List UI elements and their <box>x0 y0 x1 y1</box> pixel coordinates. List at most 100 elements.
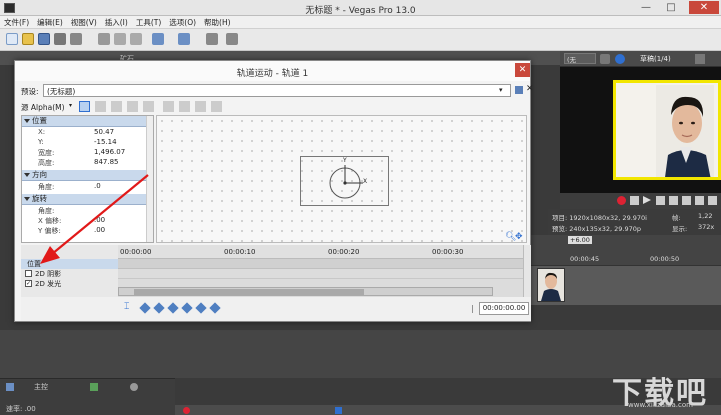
menu-edit[interactable]: 编辑(E) <box>33 16 67 29</box>
last-keyframe-icon[interactable] <box>209 302 221 314</box>
first-keyframe-icon[interactable] <box>139 302 151 314</box>
param-y-offset-value[interactable]: .00 <box>94 226 105 234</box>
menu-tools[interactable]: 工具(T) <box>132 16 165 29</box>
undo-icon[interactable] <box>152 33 164 45</box>
keyframe-hscrollbar[interactable] <box>118 287 493 296</box>
paste-icon[interactable] <box>130 33 142 45</box>
copy-icon[interactable] <box>114 33 126 45</box>
collapse-arrow-icon[interactable] <box>24 197 30 201</box>
menu-file[interactable]: 文件(F) <box>0 16 33 29</box>
keyframe-ruler[interactable]: 00:00:00 00:00:10 00:00:20 00:00:30 <box>118 245 523 259</box>
dialog-close-button[interactable]: ✕ <box>515 63 530 77</box>
collapse-arrow-icon[interactable] <box>24 119 30 123</box>
shadow-checkbox[interactable] <box>25 270 32 277</box>
save-icon[interactable] <box>38 33 50 45</box>
keyframe-time-field[interactable]: 00:00:00.00 <box>479 302 529 315</box>
loop-icon[interactable] <box>630 196 639 205</box>
keyframe-track-row[interactable] <box>118 279 523 287</box>
param-row[interactable]: Y: -15.14 <box>22 138 146 148</box>
motion-canvas[interactable]: Y X 🔍︎ ✥ <box>156 115 527 243</box>
play-icon[interactable] <box>643 196 651 204</box>
prev-frame-icon[interactable] <box>695 196 704 205</box>
video-clip-thumbnail[interactable] <box>537 268 565 302</box>
menu-help[interactable]: 帮助(H) <box>200 16 235 29</box>
render-icon[interactable] <box>54 33 66 45</box>
keyframe-track-row[interactable] <box>118 269 523 279</box>
menu-insert[interactable]: 插入(I) <box>101 16 132 29</box>
param-row[interactable]: 角度: .0 <box>22 182 146 192</box>
prev-keyframe-icon[interactable] <box>153 302 165 314</box>
minimize-button[interactable]: — <box>635 1 657 14</box>
glow-checkbox[interactable]: ✓ <box>25 280 32 287</box>
record-icon[interactable] <box>617 196 626 205</box>
lock-aspect-icon[interactable] <box>111 101 122 112</box>
scale-about-center-icon[interactable] <box>127 101 138 112</box>
param-row[interactable]: X 偏移: .00 <box>22 216 146 226</box>
menu-options[interactable]: 选项(O) <box>165 16 200 29</box>
parameters-scrollbar[interactable] <box>146 116 153 242</box>
preset-dropdown-chevron-icon[interactable]: ▾ <box>499 86 503 94</box>
section-rotation[interactable]: 旋转 <box>22 194 146 205</box>
alpha-dropdown-chevron-icon[interactable]: ▾ <box>69 102 72 109</box>
param-angle-value[interactable]: .0 <box>94 182 101 190</box>
stop-icon[interactable] <box>682 196 691 205</box>
properties-icon[interactable] <box>70 33 82 45</box>
param-row[interactable]: Y 偏移: .00 <box>22 226 146 236</box>
prevent-movement-icon[interactable] <box>143 101 154 112</box>
frame-rectangle[interactable]: Y X <box>300 156 389 206</box>
next-keyframe-icon[interactable] <box>195 302 207 314</box>
preset-select[interactable]: (无标题) <box>43 84 511 97</box>
section-orientation[interactable]: 方向 <box>22 170 146 181</box>
sync-cursor-icon[interactable]: ⌶ <box>124 302 129 312</box>
param-y-value[interactable]: -15.14 <box>94 138 117 146</box>
param-row[interactable]: 宽度: 1,496.07 <box>22 148 146 158</box>
keyframe-vscrollbar[interactable] <box>523 245 531 297</box>
play-from-start-icon[interactable] <box>656 196 665 205</box>
menu-view[interactable]: 视图(V) <box>67 16 101 29</box>
add-keyframe-icon[interactable] <box>167 302 179 314</box>
pause-icon[interactable] <box>669 196 678 205</box>
keyframe-track-row[interactable] <box>118 259 523 269</box>
move-view-icon[interactable]: ✥ <box>515 232 523 242</box>
world-axis-icon[interactable] <box>195 101 206 112</box>
mute-icon[interactable] <box>130 383 138 391</box>
source-alpha-select[interactable]: 源 Alpha(M) <box>21 102 65 113</box>
move-icon[interactable] <box>95 101 106 112</box>
object-axis-icon[interactable] <box>211 101 222 112</box>
preview-quality-select[interactable]: 草稿(1/4) <box>640 54 671 64</box>
open-folder-icon[interactable] <box>22 33 34 45</box>
snap-icon[interactable] <box>179 101 190 112</box>
save-preset-icon[interactable] <box>515 86 523 94</box>
normal-edit-icon[interactable] <box>335 407 342 414</box>
scroll-thumb[interactable] <box>134 289 364 295</box>
param-row[interactable]: X: 50.47 <box>22 128 146 138</box>
dialog-title-bar[interactable]: 轨道运动 - 轨道 1 <box>15 61 530 81</box>
fx-icon[interactable] <box>90 383 98 391</box>
record-button-icon[interactable] <box>183 407 190 414</box>
maximize-button[interactable]: □ <box>660 1 682 14</box>
preview-settings-icon[interactable] <box>600 54 610 64</box>
param-row[interactable]: 角度: <box>22 206 146 216</box>
video-fx-icon[interactable] <box>615 54 625 64</box>
new-file-icon[interactable] <box>6 33 18 45</box>
param-row[interactable]: 高度: 847.85 <box>22 158 146 168</box>
next-frame-icon[interactable] <box>708 196 717 205</box>
param-width-value[interactable]: 1,496.07 <box>94 148 125 156</box>
edit-in-place-icon[interactable] <box>79 101 90 112</box>
ruler-marker[interactable]: +6.00 <box>568 236 592 244</box>
redo-icon[interactable] <box>178 33 190 45</box>
snapshot-icon[interactable] <box>695 54 705 64</box>
help-icon[interactable] <box>226 33 238 45</box>
cut-icon[interactable] <box>98 33 110 45</box>
section-position[interactable]: 位置 <box>22 116 146 127</box>
param-x-offset-value[interactable]: .00 <box>94 216 105 224</box>
param-x-value[interactable]: 50.47 <box>94 128 114 136</box>
param-height-value[interactable]: 847.85 <box>94 158 119 166</box>
track-position-label[interactable]: 位置 <box>21 259 118 269</box>
delete-keyframe-icon[interactable] <box>181 302 193 314</box>
delete-preset-icon[interactable]: ✕ <box>526 84 534 94</box>
edit-tool-icon[interactable] <box>206 33 218 45</box>
collapse-arrow-icon[interactable] <box>24 173 30 177</box>
close-button[interactable]: ✕ <box>689 1 719 14</box>
preview-mode-select[interactable]: (无 <box>564 53 596 64</box>
